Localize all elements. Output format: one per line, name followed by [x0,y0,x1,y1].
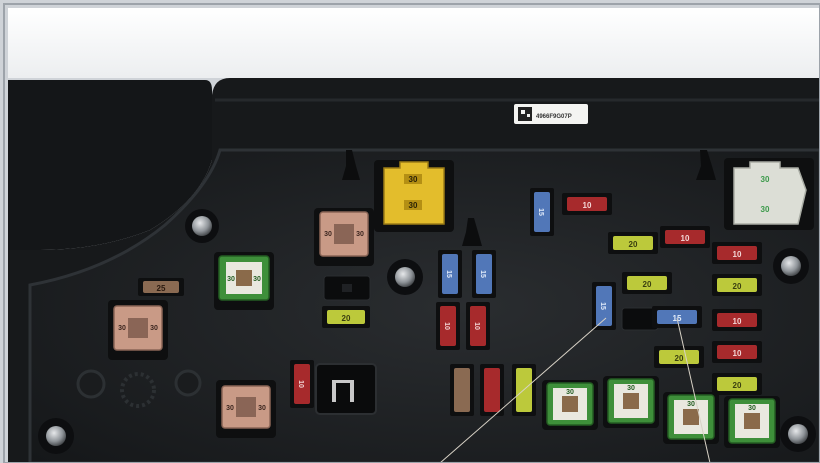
fuse-mini-tan: 25 [138,278,184,296]
fuse-tall-red: 10 [290,360,314,408]
fuse-mini-yellow: 20 [712,373,762,395]
fuse-tall-blue: 15 [472,250,496,298]
relay-label: 30 [409,175,418,184]
relay-label: 30 [258,405,266,412]
svg-text:10: 10 [297,380,304,388]
relay-label: 30 [409,201,418,210]
relay-green: 30 [603,376,659,428]
relay-white: 30 30 [724,158,814,230]
relay-label: 30 [356,231,364,238]
relay-label: 30 [748,405,756,412]
relay-label: 30 [118,325,126,332]
fuse-mini-yellow: 20 [322,306,370,328]
relay-label: 30 [253,276,261,283]
relay-label: 30 [566,389,574,396]
fuse-box-photo: 4966F9G07P 30 30 30 30 30 30 30 30 30 30… [0,0,820,463]
svg-text:10: 10 [473,322,480,330]
relay-pink: 30 30 [314,208,374,266]
bolt-icon [387,259,423,295]
fuse-mini-blue: 15 [652,306,702,328]
relay-label: 30 [687,401,695,408]
fuse-tall-red: 10 [436,302,460,350]
svg-text:10: 10 [733,250,742,259]
bolt-icon [773,248,809,284]
svg-text:20: 20 [629,240,638,249]
relay-green: 30 [663,392,719,444]
svg-text:10: 10 [681,234,690,243]
relay-pink: 30 30 [108,300,168,360]
svg-text:20: 20 [733,381,742,390]
relay-green: 30 30 [214,252,274,310]
fuse-tall-red [480,364,504,416]
fuse-mini-yellow: 20 [622,272,672,294]
svg-text:20: 20 [675,354,684,363]
svg-text:10: 10 [733,349,742,358]
fuse-tall-blue: 15 [530,188,554,236]
svg-text:10: 10 [733,317,742,326]
fuse-tall-red: 10 [466,302,490,350]
svg-text:15: 15 [537,208,544,216]
svg-text:15: 15 [479,270,486,278]
svg-text:10: 10 [583,201,592,210]
svg-text:10: 10 [443,322,450,330]
relay-label: 30 [761,205,770,214]
relay-label: 30 [226,405,234,412]
relay-label: 30 [627,385,635,392]
bolt-icon [185,209,219,243]
relay-yellow: 30 30 [374,160,454,232]
background-top [8,8,820,78]
fuse-mini-red: 10 [712,341,762,363]
svg-text:20: 20 [733,282,742,291]
relay-label: 30 [324,231,332,238]
svg-text:15: 15 [599,302,606,310]
svg-text:25: 25 [157,284,166,293]
relay-green: 30 [542,380,598,430]
svg-text:15: 15 [445,270,452,278]
fuse-tall-blue: 15 [592,282,616,330]
relay-socket-empty [315,363,377,415]
bolt-icon [780,416,816,452]
fuse-tall-tan [450,364,474,416]
fuse-mini-yellow: 20 [712,274,762,296]
sticker-text: 4966F9G07P [536,114,572,120]
relay-pink: 30 30 [216,380,276,438]
fuse-mini-yellow: 20 [608,232,658,254]
svg-text:20: 20 [643,280,652,289]
fuse-mini-red: 10 [712,309,762,331]
relay-label: 30 [227,276,235,283]
relay-label: 30 [150,325,158,332]
fuse-mini-red: 10 [660,226,710,248]
fuse-mini-red: 10 [712,242,762,264]
fuse-mini-yellow: 20 [654,346,704,368]
fuse-mini-red: 10 [562,193,612,215]
svg-text:20: 20 [342,314,351,323]
fuse-tall-blue: 15 [438,250,462,298]
bolt-icon [38,418,74,454]
relay-label: 30 [761,175,770,184]
relay-green: 30 [724,396,780,448]
